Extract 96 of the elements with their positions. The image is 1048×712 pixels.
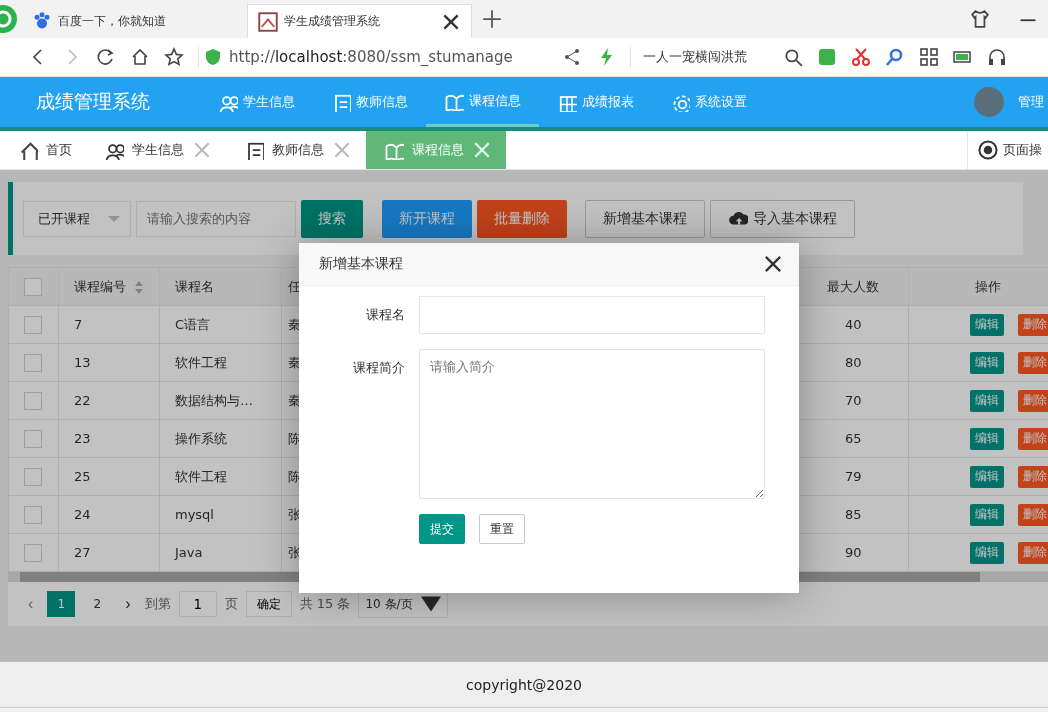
- scissors-icon[interactable]: [851, 47, 871, 67]
- delete-button[interactable]: 删除: [1018, 465, 1048, 488]
- magnifier-icon[interactable]: [885, 47, 905, 67]
- browser-tab[interactable]: 学生成绩管理系统: [247, 4, 472, 38]
- page-icon: [258, 11, 278, 32]
- shirt-icon[interactable]: [970, 9, 990, 29]
- edit-button[interactable]: 编辑: [970, 313, 1004, 336]
- submit-button[interactable]: 提交: [419, 514, 465, 544]
- text-area[interactable]: 请输入简介: [419, 349, 765, 499]
- page-button[interactable]: 2: [83, 591, 112, 617]
- browser-tab[interactable]: 百度一下，你就知道: [22, 4, 247, 38]
- table-cell: 23: [58, 419, 160, 458]
- checkbox[interactable]: [24, 315, 42, 334]
- column-header: 任: [287, 278, 301, 294]
- goto-label: 到第: [144, 595, 171, 613]
- checkbox[interactable]: [24, 391, 42, 410]
- table-cell: 25: [58, 457, 160, 496]
- table-cell: 操作系统: [159, 419, 282, 458]
- table-cell: 27: [58, 533, 160, 572]
- delete-button[interactable]: 删除: [1018, 427, 1048, 450]
- address-field[interactable]: http://localhost:8080/ssm_stumanage: [229, 48, 513, 66]
- table-cell: 软件工程: [159, 457, 282, 496]
- table-cell: 22: [58, 381, 160, 420]
- home-icon[interactable]: [130, 47, 150, 67]
- new-tab-icon[interactable]: [482, 9, 502, 29]
- column-header: 课程名: [175, 278, 214, 294]
- home-icon: [18, 140, 38, 160]
- nav-item[interactable]: 教师信息: [313, 77, 426, 127]
- page-button[interactable]: 1: [47, 591, 76, 617]
- toolbar-button[interactable]: 新增基本课程: [585, 199, 705, 238]
- filter-select[interactable]: 已开课程: [23, 200, 131, 237]
- edit-button[interactable]: 编辑: [970, 427, 1004, 450]
- paw-icon: [32, 11, 52, 31]
- column-header: 课程编号: [74, 278, 126, 294]
- dialog-title: 新增基本课程: [319, 255, 403, 273]
- search-field[interactable]: 请输入搜索的内容: [136, 200, 296, 237]
- column-header: 操作: [974, 278, 1001, 294]
- star-icon[interactable]: [164, 47, 184, 67]
- table-cell: 13: [58, 343, 160, 382]
- checkbox[interactable]: [24, 277, 42, 296]
- checkbox[interactable]: [24, 543, 42, 562]
- table-cell: 24: [58, 495, 160, 534]
- field-label: 课程名: [365, 306, 405, 324]
- page-operations[interactable]: 页面操: [1003, 141, 1042, 159]
- search-field[interactable]: 一人一宠横闯洪荒: [643, 48, 747, 66]
- page-tab[interactable]: 课程信息: [366, 131, 506, 169]
- share-icon[interactable]: [562, 47, 582, 67]
- checkbox[interactable]: [24, 505, 42, 524]
- table-cell: C语言: [159, 305, 282, 344]
- nav-item[interactable]: 学生信息: [200, 77, 313, 127]
- total-count: 共 15 条: [299, 595, 351, 613]
- delete-button[interactable]: 删除: [1018, 503, 1048, 526]
- table-cell: mysql: [159, 495, 282, 534]
- tab-title: 学生成绩管理系统: [284, 13, 381, 30]
- copyright-text: copyright@2020: [0, 662, 1048, 707]
- checkbox[interactable]: [24, 353, 42, 372]
- confirm-button[interactable]: 确定: [245, 591, 292, 617]
- column-header: 最大人数: [827, 278, 880, 294]
- toolbar-button[interactable]: 批量删除: [477, 199, 567, 238]
- toolbar-button[interactable]: 搜索: [301, 199, 363, 238]
- field-label: 课程简介: [352, 359, 405, 377]
- delete-button[interactable]: 删除: [1018, 541, 1048, 564]
- input-field[interactable]: [419, 296, 765, 334]
- edit-button[interactable]: 编辑: [970, 503, 1004, 526]
- edit-button[interactable]: 编辑: [970, 389, 1004, 412]
- delete-button[interactable]: 删除: [1018, 351, 1048, 374]
- apps-icon[interactable]: [919, 47, 939, 67]
- page-unit-label: 页: [224, 595, 238, 613]
- radio-icon: [978, 140, 998, 160]
- toolbar-button[interactable]: 新开课程: [382, 199, 472, 238]
- delete-button[interactable]: 删除: [1018, 313, 1048, 336]
- refresh-icon[interactable]: [96, 47, 116, 67]
- close-icon[interactable]: [763, 254, 783, 274]
- next-page-button[interactable]: ›: [119, 595, 137, 613]
- table-cell: 数据结构与…: [159, 381, 282, 420]
- table-cell: Java: [159, 533, 282, 572]
- user-name[interactable]: 管理: [1018, 93, 1048, 111]
- app-title: 成绩管理系统: [35, 89, 151, 114]
- nav-item[interactable]: 系统设置: [652, 77, 765, 127]
- search-icon[interactable]: [783, 47, 803, 67]
- edit-button[interactable]: 编辑: [970, 465, 1004, 488]
- checkbox[interactable]: [24, 429, 42, 448]
- reset-button[interactable]: 重置: [479, 514, 525, 544]
- edit-button[interactable]: 编辑: [970, 541, 1004, 564]
- tab-title: 百度一下，你就知道: [58, 12, 167, 30]
- toolbar-button[interactable]: 导入基本课程: [710, 199, 855, 238]
- page-input[interactable]: 1: [178, 591, 217, 617]
- checkbox[interactable]: [24, 467, 42, 486]
- delete-button[interactable]: 删除: [1018, 389, 1048, 412]
- table-cell: 7: [58, 305, 160, 344]
- headphones-icon[interactable]: [987, 47, 1007, 67]
- table-cell: 软件工程: [159, 343, 282, 382]
- extension-icon[interactable]: [817, 47, 837, 67]
- nav-item[interactable]: 成绩报表: [539, 77, 652, 127]
- shield-icon: [203, 47, 223, 67]
- edit-button[interactable]: 编辑: [970, 351, 1004, 374]
